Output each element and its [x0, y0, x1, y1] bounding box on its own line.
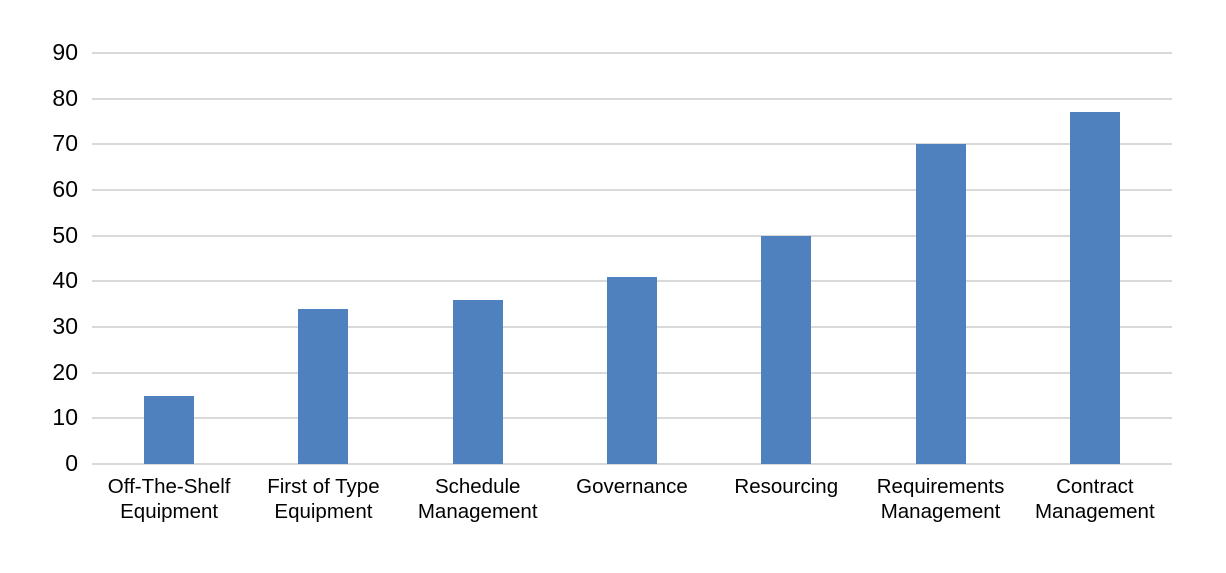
x-axis-label-line: Contract: [1056, 475, 1134, 498]
bar[interactable]: [915, 144, 966, 464]
x-axis-category-label: Off-The-Shelf Equipment: [92, 474, 246, 524]
x-axis-label-line: Resourcing: [734, 475, 839, 498]
x-axis-label-line: Off-The-Shelf: [107, 475, 231, 498]
x-axis-category-label: Resourcing: [709, 474, 863, 524]
bar[interactable]: [761, 235, 812, 464]
y-axis-tick-label: 80: [52, 84, 78, 111]
x-axis-label-line: Management: [880, 500, 1001, 523]
y-axis-tick-label: 20: [52, 358, 78, 385]
bar-slot: [709, 53, 863, 464]
bar-slot: [1018, 53, 1172, 464]
y-axis-tick-label: 70: [52, 130, 78, 157]
x-axis-label-line: Management: [1034, 500, 1155, 523]
bar[interactable]: [298, 308, 349, 464]
x-axis-category-label: First of Type Equipment: [246, 474, 400, 524]
y-axis-tick-label: 90: [52, 39, 78, 65]
bar-slot: [401, 53, 555, 464]
y-axis-tick-label: 10: [52, 404, 78, 431]
bar[interactable]: [452, 299, 503, 464]
bar-slot: [246, 53, 400, 464]
x-axis-label-line: Governance: [576, 475, 688, 498]
x-axis-category-label: Schedule Management: [401, 474, 555, 524]
x-axis-label-line: First of Type: [267, 475, 380, 498]
x-axis-category-label: Requirements Management: [863, 474, 1017, 524]
x-axis-label-line: Equipment: [274, 500, 373, 523]
bar[interactable]: [606, 276, 657, 464]
y-axis-tick-label: 50: [52, 221, 78, 248]
x-axis-category-label: Governance: [555, 474, 709, 524]
bars-layer: [92, 53, 1172, 464]
bar-chart: 90 80 70 60 50 40 30 20 10 0 Off-The-Shelf Equipme…: [0, 0, 1226, 573]
y-axis-tick-labels: 90 80 70 60 50 40 30 20 10 0: [0, 0, 78, 573]
x-axis-label-line: Equipment: [120, 500, 219, 523]
y-axis-tick-label: 0: [65, 450, 78, 476]
bar[interactable]: [1069, 112, 1120, 464]
x-axis-label-line: Requirements: [876, 475, 1005, 498]
bar-slot: [92, 53, 246, 464]
bar-slot: [555, 53, 709, 464]
bar[interactable]: [144, 395, 195, 464]
y-axis-tick-label: 40: [52, 267, 78, 294]
x-axis-label-line: Schedule: [434, 475, 521, 498]
x-axis-category-labels: Off-The-Shelf Equipment First of Type Equip…: [92, 474, 1172, 524]
y-axis-tick-label: 30: [52, 313, 78, 339]
x-axis-category-label: Contract Management: [1018, 474, 1172, 524]
x-axis-label-line: Management: [417, 500, 538, 523]
y-axis-tick-label: 60: [52, 176, 78, 202]
bar-slot: [863, 53, 1017, 464]
